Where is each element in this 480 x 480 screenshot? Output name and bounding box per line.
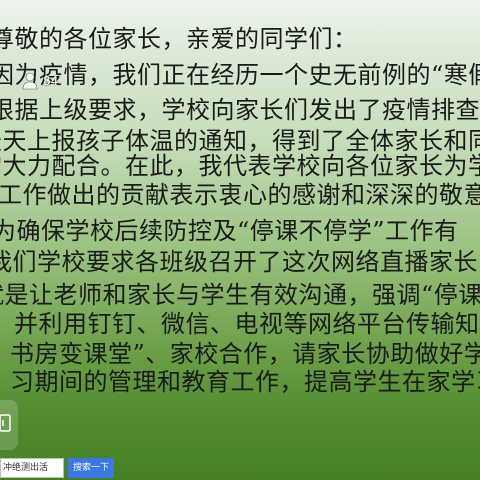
- slide-text-line: 我们学校要求各班级召开了这次网络直播家长: [0, 248, 478, 276]
- slide-text-line: 工作做出的贡献表示衷心的感谢和深深的敬意: [0, 181, 480, 209]
- slide-text-line: 书房变课堂”、家校合作，请家长协助做好学: [10, 340, 480, 368]
- person-icon: [22, 72, 38, 90]
- slide-text-line: 就是让老师和家长与学生有效沟通，强调“停课: [0, 281, 480, 309]
- search-input[interactable]: 冲绝测出活: [0, 458, 64, 478]
- slide-text-line: 因为疫情，我们正在经历一个史无前例的“寒假”，: [0, 61, 480, 89]
- side-tab-button[interactable]: [0, 400, 18, 450]
- taskbar: 冲绝测出活 搜索一下: [0, 456, 115, 480]
- slide-text-line: 并利用钉钉、微信、电视等网络平台传输知: [14, 310, 480, 338]
- viewer-count: 84: [43, 74, 59, 88]
- viewer-count-badge: 84: [22, 70, 58, 92]
- search-button[interactable]: 搜索一下: [68, 458, 115, 478]
- slide-text-line: 的大力配合。在此，我代表学校向各位家长为学校: [0, 152, 480, 180]
- slide-text-line: 根据上级要求，学校向家长们发出了疫情排查: [0, 96, 480, 124]
- presentation-slide: 尊敬的各位家长，亲爱的同学们： 因为疫情，我们正在经历一个史无前例的“寒假”， …: [0, 0, 480, 480]
- slide-text-line: 为确保学校后续防控及“停课不停学”工作有: [0, 217, 459, 245]
- page-icon: [0, 414, 11, 436]
- slide-text-line: 尊敬的各位家长，亲爱的同学们：: [0, 25, 358, 53]
- slide-text-line: 习期间的管理和教育工作，提高学生在家学习: [10, 368, 480, 396]
